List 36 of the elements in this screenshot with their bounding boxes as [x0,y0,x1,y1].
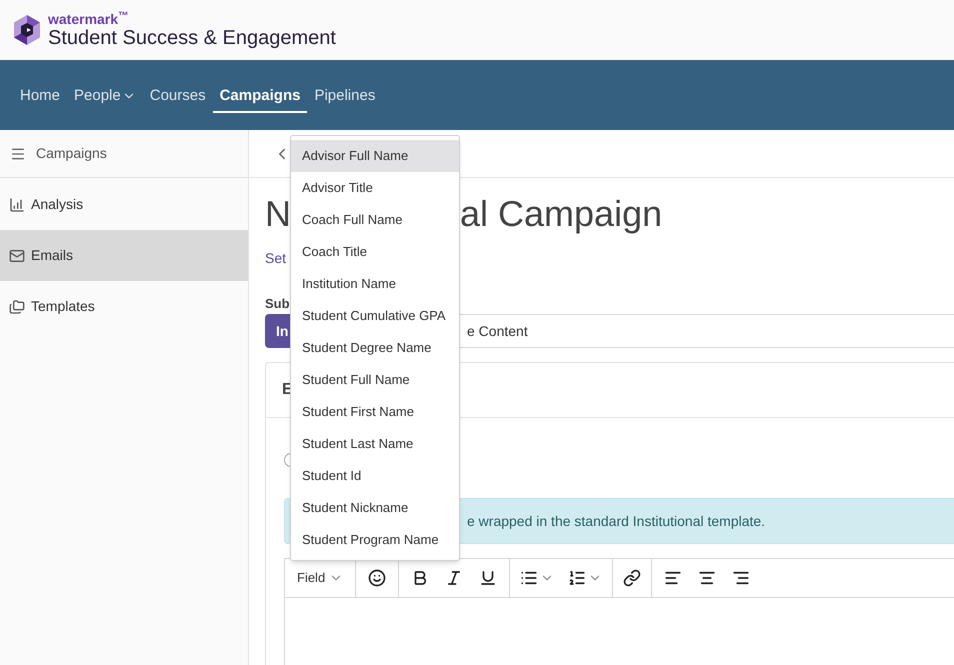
menu-icon[interactable] [10,146,26,162]
sidebar-title: Campaigns [36,144,107,163]
brand-wordmark: watermark$^{™}$ [48,12,130,26]
folders-icon [9,298,25,314]
page-title: N [265,193,291,234]
dropdown-item[interactable]: Student First Name [291,396,459,428]
settings-link[interactable]: Set [265,248,286,268]
alert-text: e wrapped in the standard Institutional template. [467,512,766,531]
dropdown-item[interactable]: Student Nickname [291,492,459,524]
logo-icon [12,14,42,46]
dropdown-item[interactable]: Institution Name [291,268,459,300]
insert-button[interactable]: In [265,314,290,348]
dropdown-item[interactable]: Student Program Name [291,524,459,556]
product-title: Student Success & Engagement [48,28,336,48]
sidebar-item[interactable]: Emails [0,230,248,281]
nav-link[interactable]: Courses [142,80,213,114]
envelope-icon [9,248,25,264]
bar-chart-icon [9,196,25,212]
dropdown-item[interactable]: Student Full Name [291,364,459,396]
nav-link[interactable]: Pipelines [307,80,382,114]
sidebar-item[interactable]: Analysis [0,179,248,230]
dropdown-item[interactable]: Advisor Title [291,172,459,204]
nav-link[interactable]: Campaigns [212,80,308,114]
dropdown-item[interactable]: Student Last Name [291,428,459,460]
dropdown-item[interactable]: Coach Title [291,236,459,268]
nav-link[interactable]: People [67,80,143,114]
nav-link[interactable]: Home [13,80,68,114]
page-title: al Campaign [460,192,662,236]
sidebar-item[interactable]: Templates [0,281,248,332]
dropdown-item[interactable]: Advisor Full Name [291,140,459,172]
bullet-list-icon [520,569,538,587]
dropdown-item[interactable]: Coach Full Name [291,204,459,236]
subject-label: Sub [265,295,290,314]
numbered-list-icon [568,569,586,587]
field-menu-button[interactable]: Field [291,568,350,588]
dropdown-item[interactable]: Student Id [291,460,459,492]
